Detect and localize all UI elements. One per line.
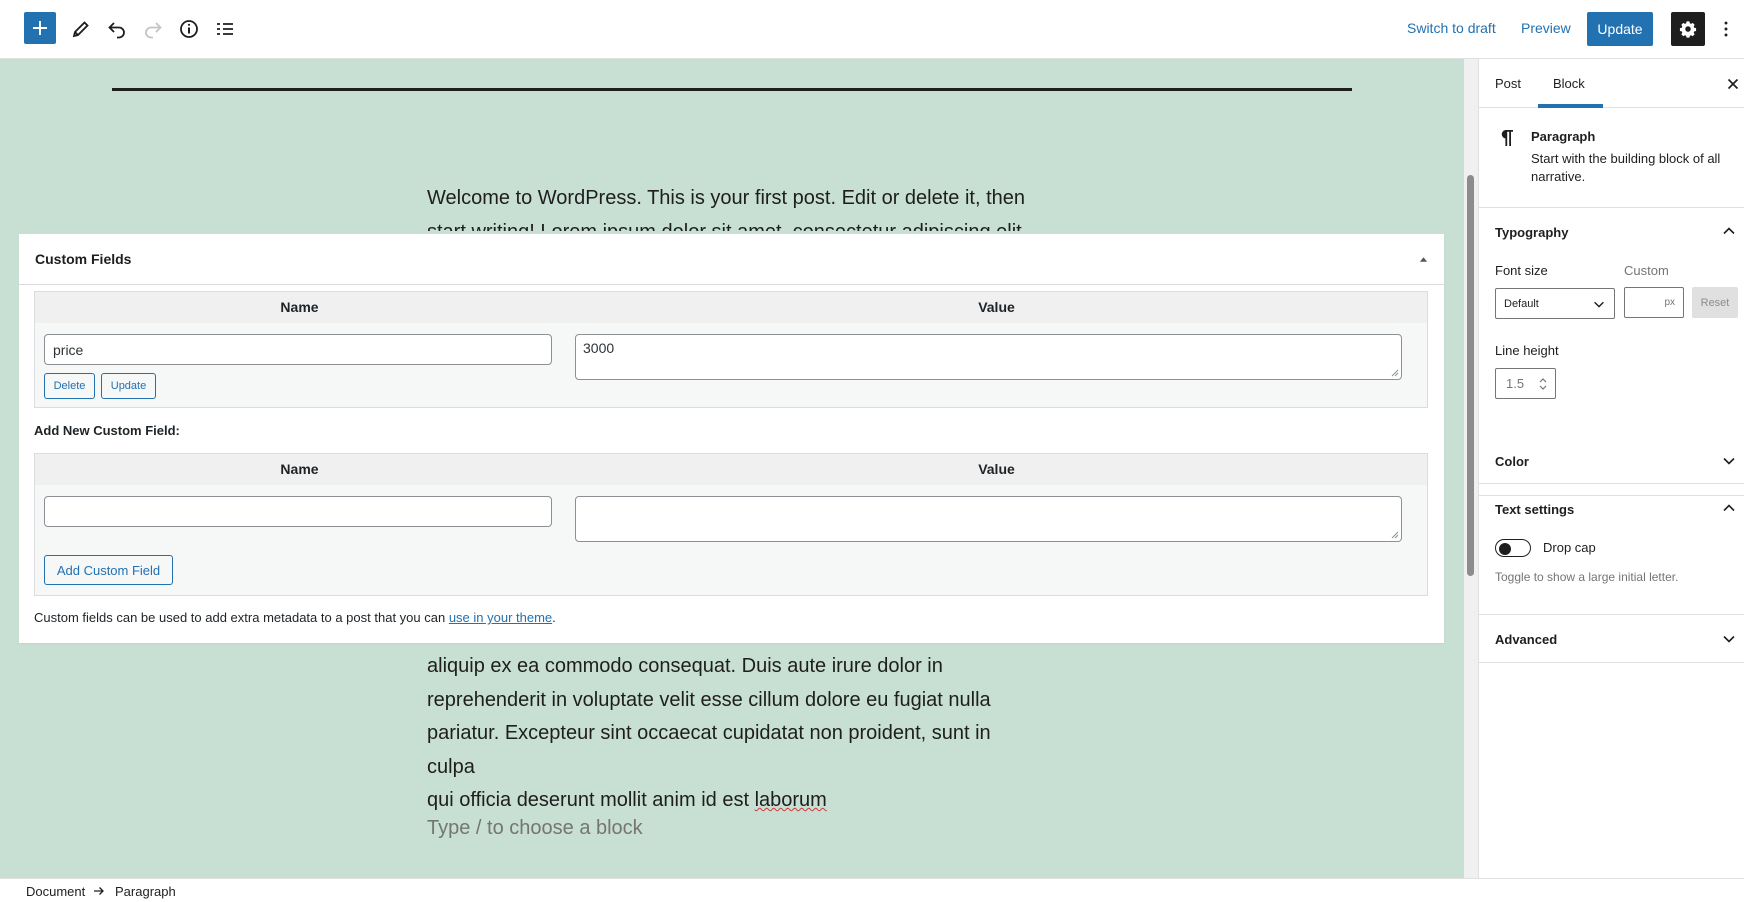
new-field-name-input[interactable] [44,496,552,527]
font-size-label: Font size [1495,263,1548,278]
block-name: Paragraph [1531,129,1596,144]
advanced-panel: Advanced [1479,615,1744,663]
block-inserter-button[interactable] [24,12,56,44]
update-field-button[interactable]: Update [101,373,156,399]
font-size-select[interactable]: Default [1495,288,1615,319]
block-breadcrumb: Document Paragraph [0,878,1744,902]
breadcrumb-document[interactable]: Document [26,884,85,899]
separator-block[interactable] [112,88,1352,91]
use-in-theme-link[interactable]: use in your theme [449,610,552,625]
custom-size-label: Custom [1624,263,1669,278]
list-view-button[interactable] [207,11,243,47]
tab-block[interactable]: Block [1553,76,1585,91]
field-name-input[interactable]: price [44,334,552,365]
new-field-value-textarea[interactable] [575,496,1402,542]
paragraph-line: pariatur. Excepteur sint occaecat cupida… [427,722,991,778]
color-panel-toggle[interactable]: Color [1495,454,1529,469]
delete-field-button[interactable]: Delete [44,373,95,399]
resize-grip-icon [1391,531,1399,539]
tools-button[interactable] [63,11,99,47]
redo-icon [145,22,162,39]
paragraph-line: reprehenderit in voluptate velit esse ci… [427,688,991,711]
misspelled-word: laborum [754,789,827,811]
gear-icon [1679,21,1697,38]
options-menu-button[interactable] [1714,14,1738,44]
pencil-icon [72,21,89,38]
chevron-down-icon[interactable] [1721,631,1737,647]
reset-font-size-button[interactable]: Reset [1692,287,1738,318]
field-value-textarea[interactable]: 3000 [575,334,1402,380]
undo-icon [108,22,125,39]
sidebar-tabs: Post Block [1479,59,1744,108]
editor-toolbar: Switch to draft Preview Update [0,0,1744,59]
more-vertical-icon [1724,21,1728,37]
block-card: Paragraph Start with the building block … [1479,108,1744,208]
toggle-knob [1499,543,1511,555]
drop-cap-label: Drop cap [1543,540,1596,555]
chevron-down-icon[interactable] [1721,453,1737,469]
switch-to-draft-button[interactable]: Switch to draft [1407,20,1496,36]
close-icon[interactable] [1725,76,1741,92]
add-new-field-heading: Add New Custom Field: [34,423,180,438]
column-header-value: Value [978,299,1015,315]
note-text: Custom fields can be used to add extra m… [34,610,449,625]
field-value-text: 3000 [583,340,615,356]
chevron-up-icon[interactable] [1721,500,1737,516]
line-height-value: 1.5 [1506,376,1525,391]
paragraph-line: qui officia deserunt mollit anim id est … [427,784,1037,818]
tab-post[interactable]: Post [1495,76,1521,91]
table-header: Name Value [35,292,1427,323]
block-editor: Switch to draft Preview Update Welcome t… [0,0,1744,902]
drop-cap-help-text: Toggle to show a large initial letter. [1495,570,1679,584]
preview-button[interactable]: Preview [1521,20,1571,36]
chevron-up-icon[interactable] [1721,223,1737,239]
advanced-panel-toggle[interactable]: Advanced [1495,632,1557,647]
column-header-name: Name [280,461,319,477]
block-description: Start with the building block of all nar… [1531,151,1721,184]
undo-button[interactable] [99,11,135,47]
font-size-selected: Default [1504,297,1539,310]
triangle-up-icon [1419,256,1427,262]
plus-icon [33,21,47,35]
details-button[interactable] [171,11,207,47]
new-field-table: Name Value Add Custom Field [34,453,1428,596]
settings-sidebar: Post Block Paragraph Start with the buil… [1478,59,1744,878]
chevron-down-icon [1594,301,1604,308]
metabox-header[interactable]: Custom Fields [19,234,1444,285]
list-view-icon [217,23,233,35]
settings-button[interactable] [1671,12,1705,46]
canvas-scrollbar-thumb[interactable] [1467,175,1474,576]
table-header: Name Value [35,454,1427,485]
custom-font-size-input[interactable]: px [1624,287,1684,318]
paragraph-icon [1501,130,1513,146]
arrow-right-icon [94,887,104,895]
column-header-name: Name [280,299,319,315]
line-height-input[interactable]: 1.5 [1495,368,1556,399]
info-icon [180,20,198,38]
drop-cap-toggle[interactable] [1495,539,1531,557]
note-end: . [552,610,556,625]
spinner-arrows-icon[interactable] [1538,377,1548,391]
metabox-title: Custom Fields [35,251,132,267]
custom-fields-note: Custom fields can be used to add extra m… [34,610,556,625]
paragraph-block-continued[interactable]: aliquip ex ea commodo consequat. Duis au… [427,650,1037,818]
metabox-toggle-button[interactable] [1416,252,1430,266]
breadcrumb-paragraph[interactable]: Paragraph [115,884,176,899]
custom-fields-metabox: Custom Fields Name Value price Delete Up… [19,234,1444,643]
color-panel: Color [1479,437,1744,484]
column-header-value: Value [978,461,1015,477]
line-height-label: Line height [1495,343,1559,358]
block-appender-placeholder[interactable]: Type / to choose a block [427,817,643,840]
typography-panel-toggle[interactable]: Typography [1495,225,1568,240]
text-settings-panel-toggle[interactable]: Text settings [1495,502,1574,517]
update-button[interactable]: Update [1587,12,1653,46]
add-custom-field-button[interactable]: Add Custom Field [44,555,173,585]
paragraph-block[interactable]: Welcome to WordPress. This is your first… [427,182,1037,231]
redo-button[interactable] [135,11,171,47]
paragraph-line-text: qui officia deserunt mollit anim id est [427,789,755,811]
paragraph-line: aliquip ex ea commodo consequat. Duis au… [427,655,943,677]
resize-grip-icon [1391,369,1399,377]
unit-label: px [1664,297,1675,308]
existing-fields-table: Name Value price Delete Update 3000 [34,291,1428,408]
